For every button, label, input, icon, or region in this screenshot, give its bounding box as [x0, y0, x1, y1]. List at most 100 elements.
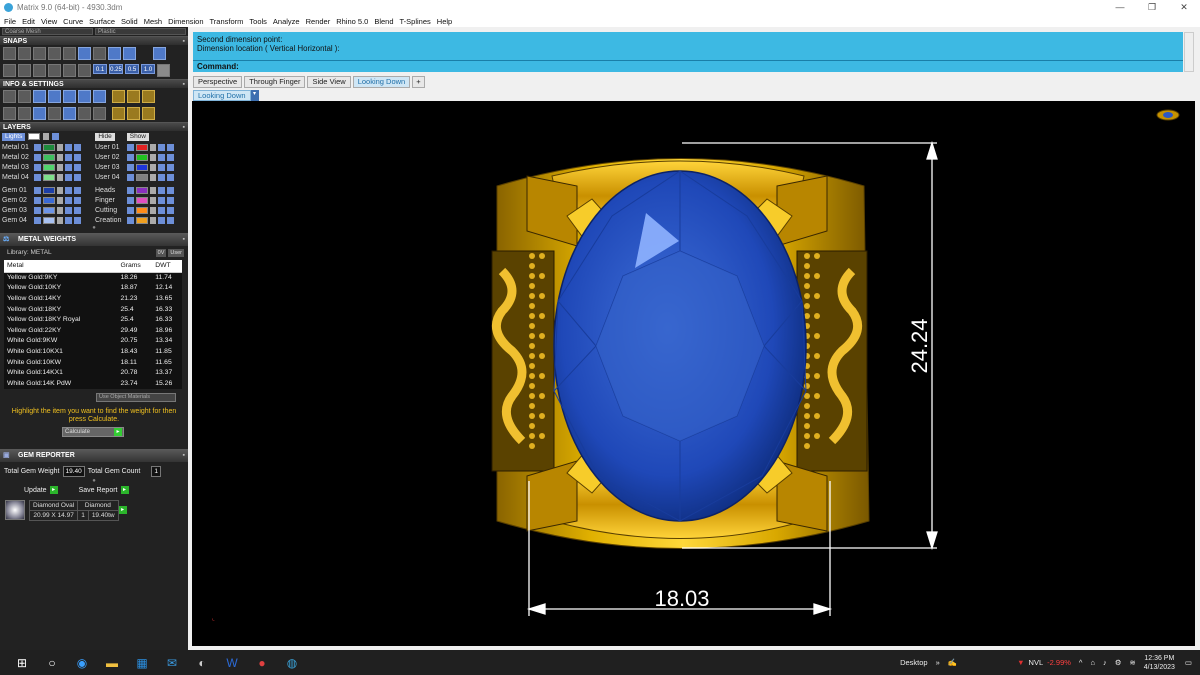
layer-current-icon[interactable] — [167, 153, 174, 161]
gem-detail-button[interactable]: ▸ — [118, 506, 127, 515]
snap-toggle-icon[interactable] — [153, 47, 166, 60]
layer-current-icon[interactable] — [74, 216, 81, 224]
gem-detail-row[interactable]: Diamond Oval Diamond 20.99 X 14.97 1 19.… — [0, 499, 188, 521]
stock-ticker-change[interactable]: -2.99% — [1047, 658, 1071, 667]
menu-transform[interactable]: Transform — [210, 17, 244, 26]
lock-icon[interactable] — [150, 196, 156, 204]
layer-current-icon[interactable] — [167, 196, 174, 204]
layer-color-swatch[interactable] — [136, 216, 148, 224]
lights-button[interactable]: Lights — [2, 132, 26, 141]
lock-icon[interactable] — [57, 206, 63, 214]
col-dwt[interactable]: DWT — [152, 260, 182, 273]
material-dropdown[interactable]: Plastic — [95, 28, 186, 35]
layer-row[interactable]: User 03 — [93, 162, 186, 172]
gold-tool-4-icon[interactable] — [112, 107, 125, 120]
layer-visible-icon[interactable] — [65, 206, 72, 214]
layer-row[interactable]: Gem 02 — [0, 195, 93, 205]
search-icon[interactable]: ○ — [44, 655, 60, 671]
layer-visible-icon[interactable] — [65, 153, 72, 161]
menu-dimension[interactable]: Dimension — [168, 17, 203, 26]
lock-icon[interactable] — [150, 216, 156, 224]
lights-swatch[interactable] — [28, 133, 41, 140]
table-row[interactable]: White Gold:9KW 20.75 13.34 — [4, 335, 182, 347]
layer-row[interactable]: Metal 04 — [0, 172, 93, 182]
table-row[interactable]: Yellow Gold:14KY 21.23 13.65 — [4, 293, 182, 304]
layer-visible-icon[interactable] — [158, 206, 165, 214]
chevron-up-icon[interactable]: ^ — [1079, 658, 1083, 667]
snap-quad-icon[interactable] — [123, 47, 136, 60]
layer-visible-icon[interactable] — [158, 186, 165, 194]
rotate-icon[interactable] — [78, 107, 91, 120]
layer-visible-icon[interactable] — [158, 216, 165, 224]
snap-perp-icon[interactable] — [93, 47, 106, 60]
layer-visible-icon[interactable] — [65, 196, 72, 204]
layer-visible-icon[interactable] — [65, 173, 72, 181]
lock-icon[interactable] — [57, 143, 63, 151]
layer-row[interactable]: Gem 01 — [0, 185, 93, 195]
layer-current-icon[interactable] — [74, 143, 81, 151]
metal-weights-header[interactable]: ⚖ METAL WEIGHTS ▪ — [0, 233, 188, 246]
splitter-handle[interactable]: ● — [0, 225, 188, 233]
layer-arrow-icon[interactable] — [127, 206, 134, 214]
menu-tools[interactable]: Tools — [249, 17, 267, 26]
layer-visible-icon[interactable] — [65, 216, 72, 224]
menu-edit[interactable]: Edit — [22, 17, 35, 26]
layer-color-swatch[interactable] — [136, 163, 148, 171]
hide-button[interactable]: Hide — [95, 132, 115, 141]
menu-mesh[interactable]: Mesh — [144, 17, 162, 26]
car-icon[interactable] — [33, 90, 46, 103]
grid-icon[interactable] — [3, 64, 16, 77]
layer-visible-icon[interactable] — [158, 153, 165, 161]
lock-icon[interactable] — [150, 153, 156, 161]
layer-color-swatch[interactable] — [136, 143, 148, 151]
table-row[interactable]: White Gold:14K PdW 23.74 15.26 — [4, 377, 182, 389]
chevron-down-icon[interactable]: ▾ — [250, 90, 259, 101]
collapse-icon[interactable]: ▪ — [183, 233, 185, 246]
planar-icon[interactable] — [33, 64, 46, 77]
lock-icon[interactable] — [150, 143, 156, 151]
close-button[interactable]: ✕ — [1168, 0, 1200, 15]
windows-start-icon[interactable]: ⊞ — [14, 655, 30, 671]
layer-color-swatch[interactable] — [43, 163, 55, 171]
layer-arrow-icon[interactable] — [34, 173, 41, 181]
tab-perspective[interactable]: Perspective — [193, 76, 243, 88]
lock-icon[interactable] — [150, 173, 156, 181]
gold-tool-5-icon[interactable] — [127, 107, 140, 120]
layer-row[interactable]: Heads — [93, 185, 186, 195]
snap-near-icon[interactable] — [18, 47, 31, 60]
layer-arrow-icon[interactable] — [127, 216, 134, 224]
lock-icon[interactable] — [57, 173, 63, 181]
layer-arrow-icon[interactable] — [127, 173, 134, 181]
layer-row[interactable]: Metal 02 — [0, 152, 93, 162]
gold-tool-1-icon[interactable] — [112, 90, 125, 103]
layer-row[interactable]: User 04 — [93, 172, 186, 182]
layer-row[interactable]: Metal 03 — [0, 162, 93, 172]
layer-visible-icon[interactable] — [65, 143, 72, 151]
network-icon[interactable]: ⌂ — [1090, 658, 1095, 667]
sphere-icon[interactable] — [33, 107, 46, 120]
stock-ticker-symbol[interactable]: NVL — [1029, 658, 1044, 667]
collapse-icon[interactable]: ▪ — [183, 123, 185, 132]
store-icon[interactable]: ▦ — [134, 655, 150, 671]
layer-color-swatch[interactable] — [43, 173, 55, 181]
grid-view-icon[interactable] — [3, 107, 16, 120]
layer-current-icon[interactable] — [167, 186, 174, 194]
layer-color-swatch[interactable] — [136, 186, 148, 194]
edge-browser-icon[interactable]: ◉ — [74, 655, 90, 671]
gold-tool-6-icon[interactable] — [142, 107, 155, 120]
snaps-header[interactable]: SNAPS ▪ — [0, 36, 188, 45]
bar-icon[interactable] — [48, 107, 61, 120]
smarttrack-icon[interactable] — [63, 64, 76, 77]
settings-icon[interactable]: ⚙ — [1115, 658, 1122, 667]
layer-current-icon[interactable] — [74, 163, 81, 171]
layer-color-swatch[interactable] — [136, 206, 148, 214]
add-tab-button[interactable]: + — [412, 76, 425, 88]
layer-arrow-icon[interactable] — [34, 143, 41, 151]
layer-current-icon[interactable] — [74, 186, 81, 194]
viewport-looking-down[interactable]: 24.24 18.03 ⌞ — [192, 101, 1195, 646]
settings-gear-icon[interactable] — [3, 90, 16, 103]
layer-arrow-icon[interactable] — [34, 186, 41, 194]
layer-arrow-icon[interactable] — [127, 143, 134, 151]
col-grams[interactable]: Grams — [117, 260, 153, 273]
arrows-icon[interactable] — [93, 107, 106, 120]
